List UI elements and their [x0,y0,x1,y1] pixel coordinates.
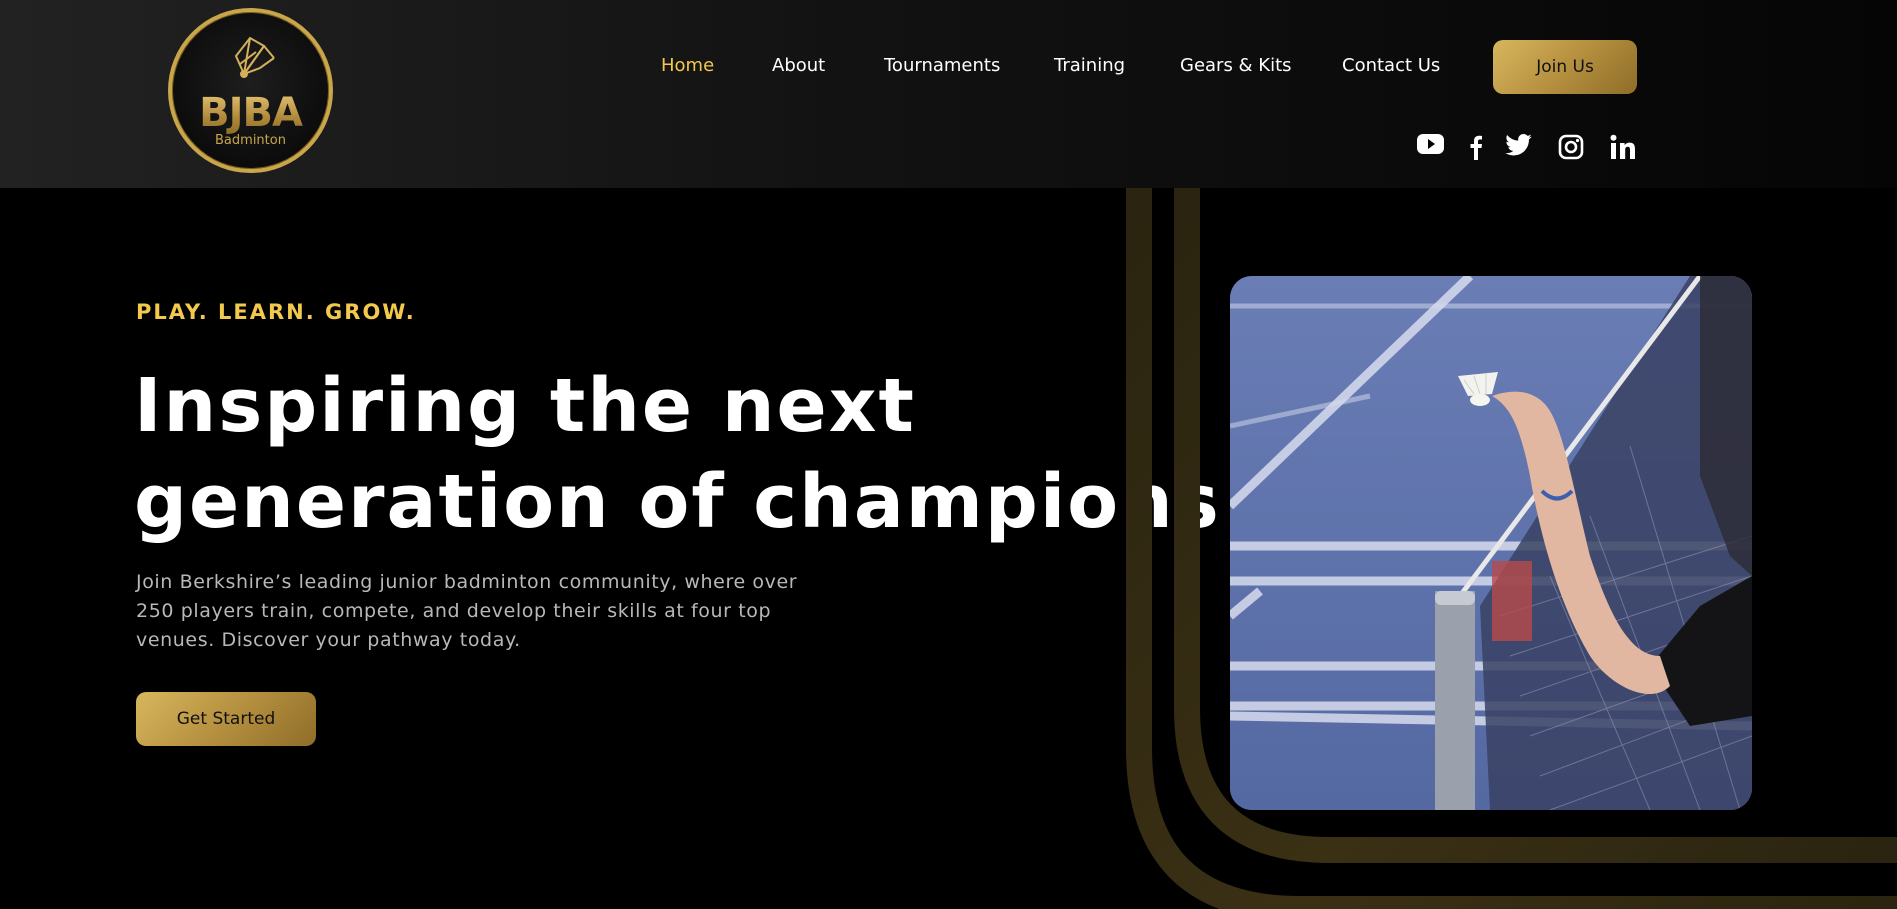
hero-photo [1230,276,1752,810]
nav-gears-kits[interactable]: Gears & Kits [1180,55,1292,76]
youtube-icon[interactable] [1417,134,1444,154]
join-us-button[interactable]: Join Us [1493,40,1637,94]
nav-tournaments[interactable]: Tournaments [884,55,1000,76]
nav-home[interactable]: Home [661,55,714,76]
brand-logo[interactable]: BJBA Badminton [168,8,333,173]
badminton-net-image [1230,276,1752,810]
hero-tagline: PLAY. LEARN. GROW. [136,300,416,324]
nav-about[interactable]: About [772,55,825,76]
hero-headline-line-2: generation of champions [134,459,1221,545]
twitter-icon[interactable] [1505,134,1532,156]
linkedin-icon[interactable] [1610,134,1636,160]
facebook-icon[interactable] [1470,134,1482,160]
nav-training[interactable]: Training [1054,55,1125,76]
hero-headline: Inspiring the next generation of champio… [134,358,1221,550]
logo-subtext: Badminton [215,133,286,148]
hero-intro: Join Berkshire’s leading junior badminto… [136,571,798,651]
logo-text: BJBA [172,90,329,136]
nav-contact-us[interactable]: Contact Us [1342,55,1440,76]
hero-headline-line-1: Inspiring the next [134,363,916,449]
instagram-icon[interactable] [1558,134,1584,160]
get-started-button[interactable]: Get Started [136,692,316,746]
site-header: BJBA Badminton Home About Tournaments Tr… [0,0,1897,188]
